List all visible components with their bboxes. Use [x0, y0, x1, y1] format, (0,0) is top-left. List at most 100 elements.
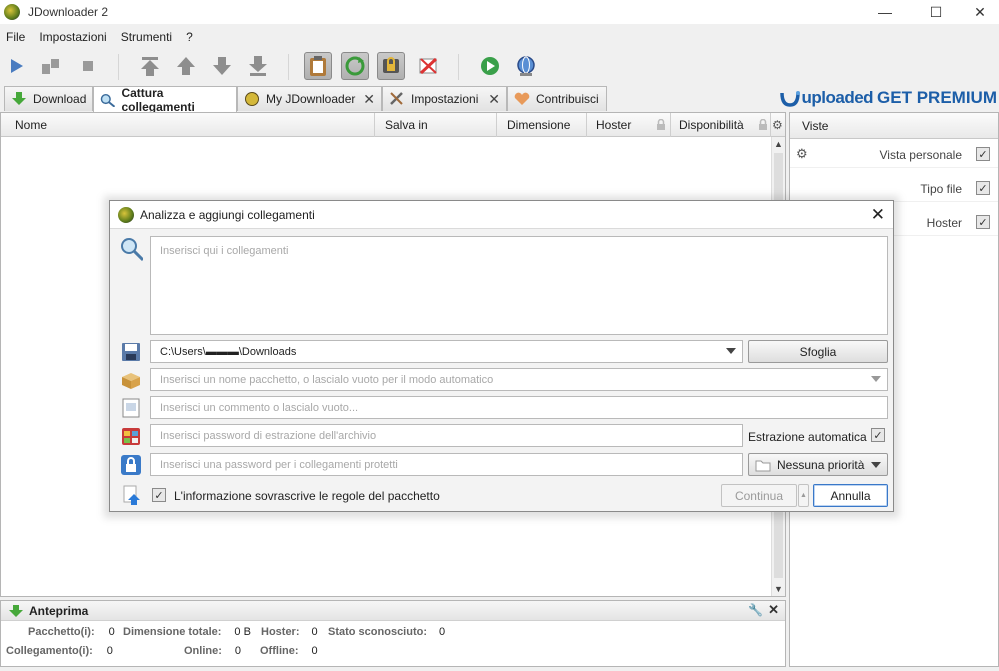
move-top-button[interactable]	[136, 52, 164, 80]
auto-extract-checkbox[interactable]: ✓	[871, 428, 885, 442]
info-upload-icon	[119, 483, 143, 507]
stat-dimensione: Dimensione totale: 0 B	[123, 626, 251, 638]
column-dimensione[interactable]: Dimensione	[501, 113, 587, 137]
premium-promo-banner[interactable]: uploaded GET PREMIUM	[779, 86, 997, 110]
pause-icon	[42, 59, 59, 74]
start-downloads-button[interactable]	[2, 52, 30, 80]
reconnect-now-button[interactable]	[476, 52, 504, 80]
update-button[interactable]	[512, 52, 540, 80]
title-bar: JDownloader 2 — ☐ ✕	[0, 0, 999, 24]
view-label: Vista personale	[879, 147, 963, 162]
move-to-top-icon	[141, 57, 159, 76]
column-settings-gear-icon[interactable]: ⚙	[772, 118, 783, 132]
package-name-combo[interactable]: Inserisci un nome pacchetto, o lascialo …	[150, 368, 888, 391]
dialog-title-bar: Analizza e aggiungi collegamenti ✕	[110, 201, 893, 229]
preview-title: Anteprima	[29, 603, 89, 618]
column-nome[interactable]: Nome	[9, 113, 375, 137]
move-bottom-button[interactable]	[244, 52, 272, 80]
view-checkbox[interactable]: ✓	[976, 181, 990, 195]
dialog-close-button[interactable]: ✕	[871, 205, 885, 225]
stop-downloads-button[interactable]	[74, 52, 102, 80]
move-down-button[interactable]	[208, 52, 236, 80]
search-links-icon	[119, 237, 143, 262]
auto-reconnect-toggle[interactable]	[341, 52, 369, 80]
stat-collegamenti: Collegamento(i): 0	[6, 645, 113, 657]
column-salva-in[interactable]: Salva in	[379, 113, 497, 137]
minimize-button[interactable]: —	[862, 0, 908, 24]
stop-icon	[83, 61, 93, 71]
wrench-icon[interactable]: 🔧	[748, 603, 763, 617]
preview-panel: Anteprima 🔧 ✕ Pacchetto(i): 0 Dimensione …	[0, 600, 786, 667]
gear-icon[interactable]: ⚙	[796, 146, 808, 162]
silent-mode-toggle[interactable]	[414, 52, 442, 80]
save-path-combo[interactable]: C:\Users\▬▬▬\Downloads	[150, 340, 743, 363]
premium-lock-icon	[383, 57, 399, 73]
promo-brand: uploaded	[801, 88, 874, 107]
menu-help[interactable]: ?	[180, 30, 201, 44]
silent-mode-icon	[419, 57, 438, 75]
stat-offline: Offline: 0	[260, 645, 318, 657]
view-checkbox[interactable]: ✓	[976, 147, 990, 161]
jdownloader-logo-icon	[4, 4, 20, 20]
premium-toggle[interactable]	[377, 52, 405, 80]
folder-icon	[755, 460, 771, 471]
priority-dropdown[interactable]: Nessuna priorità	[748, 453, 888, 476]
column-disponibilita-label: Disponibilità	[679, 118, 744, 132]
preview-header: Anteprima 🔧 ✕	[1, 601, 785, 621]
browse-button[interactable]: Sfoglia	[748, 340, 888, 363]
archive-password-icon	[119, 424, 143, 448]
download-arrow-icon	[12, 92, 26, 105]
arrow-up-icon	[177, 57, 195, 75]
save-disk-icon	[119, 340, 143, 364]
view-vista-personale[interactable]: ⚙ Vista personale ✓	[790, 142, 998, 168]
close-tab-icon[interactable]: ✕	[363, 91, 375, 108]
pause-downloads-button[interactable]	[36, 52, 64, 80]
clipboard-icon	[310, 56, 326, 76]
lock-icon	[657, 119, 665, 130]
scroll-down-icon[interactable]: ▼	[774, 584, 783, 594]
view-label: Tipo file	[920, 181, 962, 196]
tab-contribuisci-label: Contribuisci	[536, 92, 599, 106]
menu-impostazioni[interactable]: Impostazioni	[33, 30, 114, 44]
chevron-down-icon[interactable]	[871, 376, 881, 382]
refresh-play-icon	[481, 57, 499, 75]
view-checkbox[interactable]: ✓	[976, 215, 990, 229]
download-arrow-icon	[9, 604, 23, 617]
continue-button[interactable]: Continua	[721, 484, 797, 507]
menu-file[interactable]: File	[0, 30, 33, 44]
overwrite-rules-checkbox[interactable]: ✓	[152, 488, 166, 502]
tab-cattura-collegamenti[interactable]: Cattura collegamenti	[93, 86, 237, 114]
tab-download[interactable]: Download	[4, 86, 93, 111]
comment-input[interactable]: Inserisci un commento o lascialo vuoto..…	[150, 396, 888, 419]
view-label: Hoster	[926, 215, 962, 230]
maximize-button[interactable]: ☐	[913, 0, 959, 24]
settings-tools-icon	[390, 92, 403, 105]
menu-strumenti[interactable]: Strumenti	[115, 30, 180, 44]
toolbar	[0, 48, 999, 84]
menu-bar: File Impostazioni Strumenti ?	[0, 27, 201, 47]
column-disponibilita[interactable]: Disponibilità	[673, 113, 771, 137]
reconnect-icon	[345, 56, 365, 76]
column-hoster[interactable]: Hoster	[590, 113, 671, 137]
continue-options-button[interactable]: ▲	[798, 484, 809, 507]
move-up-button[interactable]	[172, 52, 200, 80]
close-tab-icon[interactable]: ✕	[488, 91, 500, 108]
tab-impostazioni[interactable]: Impostazioni ✕	[382, 86, 507, 111]
tab-my-jdownloader[interactable]: My JDownloader ✕	[237, 86, 382, 111]
stat-stato: Stato sconosciuto: 0	[328, 626, 446, 638]
chevron-down-icon[interactable]	[726, 348, 736, 354]
tab-contribuisci[interactable]: Contribuisci	[507, 86, 607, 111]
extract-password-input[interactable]: Inserisci password di estrazione dell'ar…	[150, 424, 743, 447]
heart-icon	[514, 92, 530, 105]
scroll-up-icon[interactable]: ▲	[774, 139, 783, 149]
links-textarea[interactable]: Inserisci qui i collegamenti	[150, 236, 888, 335]
stat-hoster: Hoster: 0	[261, 626, 318, 638]
close-preview-icon[interactable]: ✕	[768, 602, 779, 618]
link-grabber-icon	[100, 93, 116, 107]
cancel-button[interactable]: Annulla	[813, 484, 888, 507]
window-title: JDownloader 2	[28, 5, 109, 19]
clipboard-observer-toggle[interactable]	[304, 52, 332, 80]
close-window-button[interactable]: ✕	[957, 0, 999, 24]
link-password-input[interactable]: Inserisci una password per i collegament…	[150, 453, 743, 476]
overwrite-rules-label: L'informazione sovrascrive le regole del…	[174, 489, 440, 503]
